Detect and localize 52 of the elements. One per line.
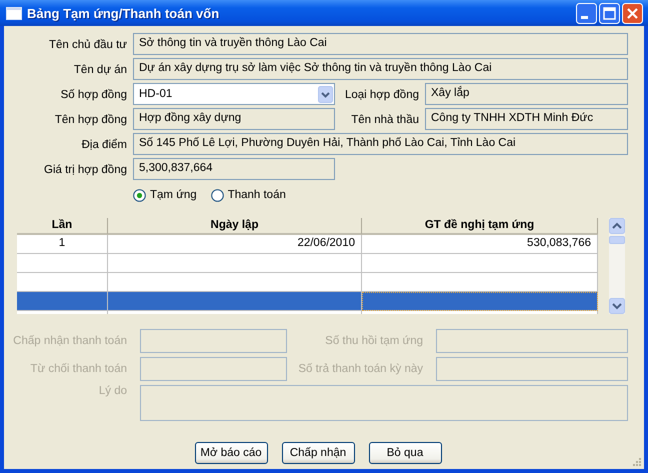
field-label: Tên hợp đồng [54,113,127,126]
scroll-thumb[interactable] [609,236,625,244]
field-label: Lý do [98,385,127,397]
window-icon [6,6,22,20]
field-label: Giá trị hợp đồng [43,163,127,176]
column-header[interactable]: Lần [17,218,108,235]
radio-option[interactable]: Tạm ứng [133,187,197,203]
readonly-field: Sở thông tin và truyền thông Lào Cai [133,33,628,55]
scrollbar[interactable] [609,218,625,314]
readonly-field: Dự án xây dựng trụ sở làm việc Sở thông tin và truyền thông Lào Cai [133,58,628,80]
contract-dropdown[interactable]: HD-01 [133,83,335,105]
table-cell: 1 [17,235,108,254]
dialog-button[interactable]: Mở báo cáo [194,442,268,464]
dialog-button[interactable]: Chấp nhận [282,442,354,464]
field-label: Từ chối thanh toán [29,363,127,375]
table-cell: 530,083,766 [362,235,598,254]
field-label: Chấp nhận thanh toán [12,335,127,347]
field-label: Địa điểm [80,138,127,151]
table-row[interactable]: 1 22/06/2010 530,083,766 [17,235,598,254]
table-row[interactable] [17,292,598,311]
radio-icon[interactable] [210,188,224,202]
window-title: Bảng Tạm ứng/Thanh toán vốn [27,6,220,20]
readonly-field: Số 145 Phố Lê Lợi, Phường Duyên Hải, Thành phố Lào Cai, Tỉnh Lào Cai [133,133,628,155]
resize-grip-icon[interactable] [632,457,642,467]
readonly-field: Công ty TNHH XDTH Minh Đức [425,108,628,130]
field-label: Loại hợp đồng [344,88,419,101]
table-cell: 22/06/2010 [108,235,362,254]
field-label: Tên nhà thầu [350,113,419,126]
input-field[interactable] [436,329,628,353]
field-label: Số thu hồi tạm ứng [324,335,423,347]
radio-option[interactable]: Thanh toán [210,187,286,203]
input-field[interactable] [436,357,628,381]
readonly-field: Hợp đồng xây dựng [133,108,335,130]
dialog-button[interactable]: Bỏ qua [368,442,442,464]
scroll-down-button[interactable] [609,298,625,314]
maximize-icon[interactable] [599,2,620,24]
readonly-field: 5,300,837,664 [133,158,335,180]
radio-icon[interactable] [133,188,146,202]
input-field[interactable] [140,329,287,353]
close-icon[interactable] [622,2,643,24]
table-row[interactable] [17,254,598,273]
field-label: Tên chủ đầu tư [48,38,127,51]
field-label: Số trả thanh toán kỳ này [297,363,423,375]
field-label: Số hợp đồng [60,88,127,101]
input-field[interactable] [140,385,628,421]
readonly-field: Xây lắp [425,83,628,105]
column-header[interactable]: GT đề nghị tạm ứng [362,218,598,235]
column-header[interactable]: Ngày lập [108,218,362,235]
minimize-icon[interactable] [576,2,597,24]
input-field[interactable] [140,357,287,381]
field-label: Tên dự án [72,63,127,76]
scroll-up-button[interactable] [609,218,625,234]
